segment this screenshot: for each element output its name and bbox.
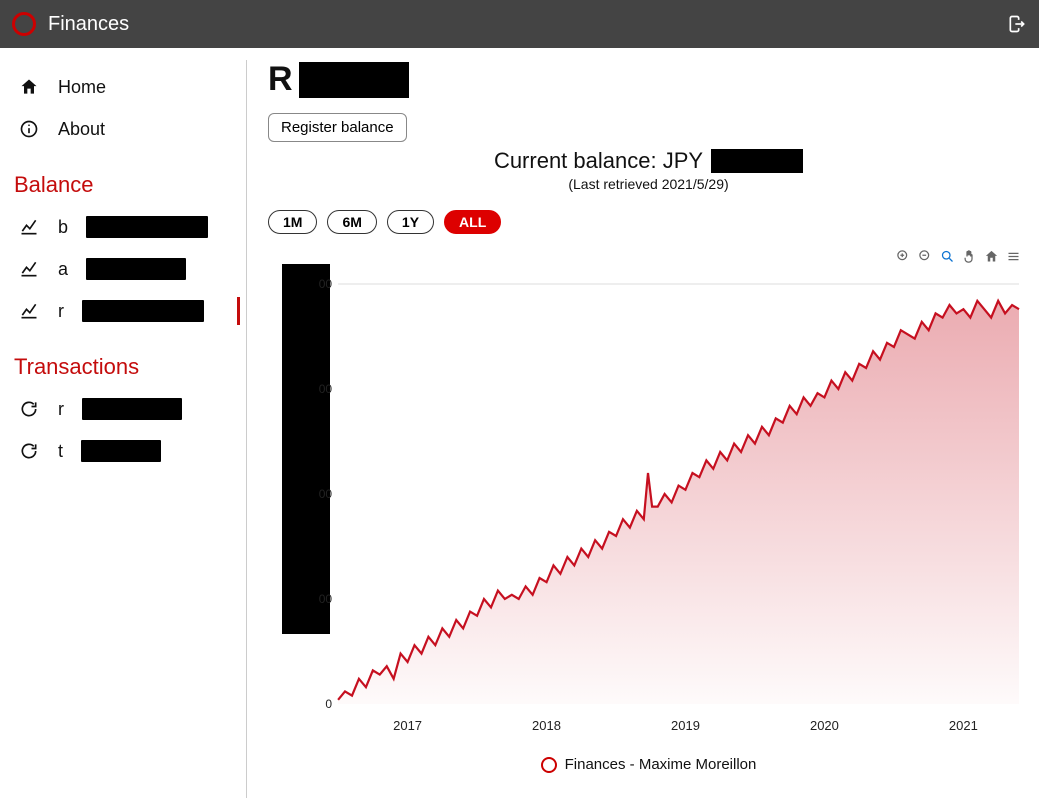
redacted xyxy=(82,300,204,322)
range-all-button[interactable]: ALL xyxy=(444,210,501,234)
chart-line-icon xyxy=(18,258,40,280)
last-retrieved-text: (Last retrieved 2021/5/29) xyxy=(268,176,1029,192)
register-balance-button[interactable]: Register balance xyxy=(268,113,407,142)
svg-text:00: 00 xyxy=(319,277,333,291)
zoom-select-icon[interactable] xyxy=(939,248,955,264)
info-icon xyxy=(18,118,40,140)
range-1m-button[interactable]: 1M xyxy=(268,210,317,234)
redacted xyxy=(711,149,803,173)
reset-home-icon[interactable] xyxy=(983,248,999,264)
svg-text:2017: 2017 xyxy=(393,718,422,733)
sidebar-item-home[interactable]: Home xyxy=(14,66,239,108)
balance-chart[interactable]: 20172018201920202021000000000 xyxy=(268,264,1029,744)
refresh-icon xyxy=(18,440,40,462)
svg-text:00: 00 xyxy=(319,487,333,501)
redacted xyxy=(81,440,161,462)
svg-text:2020: 2020 xyxy=(810,718,839,733)
logo-icon xyxy=(541,757,557,773)
sidebar-divider xyxy=(246,60,247,798)
sidebar-heading-balance: Balance xyxy=(14,172,239,198)
menu-icon[interactable] xyxy=(1005,248,1021,264)
current-balance-line: Current balance: JPY (Last retrieved 202… xyxy=(268,148,1029,192)
svg-text:00: 00 xyxy=(319,592,333,606)
sidebar-item-label: Home xyxy=(58,77,106,98)
logout-icon[interactable] xyxy=(1007,14,1027,34)
chart-toolbar xyxy=(268,248,1029,264)
logo-icon xyxy=(12,12,36,36)
time-range-selector: 1M 6M 1Y ALL xyxy=(268,210,1029,234)
refresh-icon xyxy=(18,398,40,420)
footer-text: Finances - Maxime Moreillon xyxy=(565,756,757,773)
chart-line-icon xyxy=(18,216,40,238)
range-6m-button[interactable]: 6M xyxy=(327,210,376,234)
footer: Finances - Maxime Moreillon xyxy=(268,756,1029,773)
sidebar-item-label: t xyxy=(58,441,63,462)
svg-text:2021: 2021 xyxy=(949,718,978,733)
main-content: R Register balance Current balance: JPY … xyxy=(248,48,1039,810)
sidebar-item-label: r xyxy=(58,399,64,420)
svg-text:0: 0 xyxy=(325,697,332,711)
current-balance-label: Current balance: JPY xyxy=(494,148,703,174)
home-icon xyxy=(18,76,40,98)
redacted xyxy=(299,62,409,98)
zoom-in-icon[interactable] xyxy=(895,248,911,264)
sidebar-item-label: a xyxy=(58,259,68,280)
sidebar-transaction-item[interactable]: r xyxy=(14,388,239,430)
app-header: Finances xyxy=(0,0,1039,48)
chart-line-icon xyxy=(18,300,40,322)
sidebar-transaction-item[interactable]: t xyxy=(14,430,239,472)
page-title: R xyxy=(268,60,293,99)
sidebar-heading-transactions: Transactions xyxy=(14,354,239,380)
pan-icon[interactable] xyxy=(961,248,977,264)
sidebar-balance-item-active[interactable]: r xyxy=(14,290,239,332)
app-title: Finances xyxy=(48,13,129,36)
sidebar: Home About Balance b a r Tr xyxy=(0,48,248,810)
redacted xyxy=(86,258,186,280)
redacted xyxy=(86,216,208,238)
range-1y-button[interactable]: 1Y xyxy=(387,210,434,234)
sidebar-item-label: b xyxy=(58,217,68,238)
sidebar-item-about[interactable]: About xyxy=(14,108,239,150)
sidebar-item-label: About xyxy=(58,119,105,140)
page-title-row: R xyxy=(268,60,1029,99)
sidebar-balance-item[interactable]: b xyxy=(14,206,239,248)
sidebar-balance-item[interactable]: a xyxy=(14,248,239,290)
svg-text:2019: 2019 xyxy=(671,718,700,733)
sidebar-item-label: r xyxy=(58,301,64,322)
brand: Finances xyxy=(12,12,129,36)
svg-text:00: 00 xyxy=(319,382,333,396)
redacted xyxy=(82,398,182,420)
svg-text:2018: 2018 xyxy=(532,718,561,733)
zoom-out-icon[interactable] xyxy=(917,248,933,264)
